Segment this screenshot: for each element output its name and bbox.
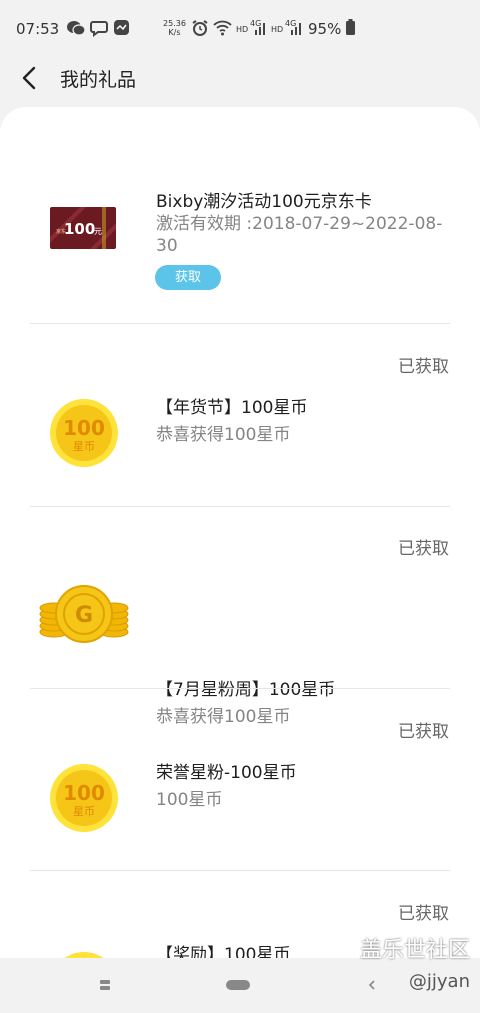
star-coin-icon: 100 星币	[50, 399, 118, 467]
recent-apps-icon[interactable]	[98, 978, 112, 992]
signal-icon-2	[291, 23, 301, 35]
gift-title: 荣誉星粉-100星币	[156, 763, 297, 783]
gift-subtitle: 100星币	[156, 790, 223, 810]
status-badge: 已获取	[398, 539, 449, 559]
hd-label-2: HD	[271, 25, 284, 34]
coin-amount: 100	[63, 781, 105, 805]
alarm-icon	[192, 20, 208, 36]
network-speed-value: 25.36	[163, 19, 186, 28]
gift-title: Bixby潮汐活动100元京东卡	[156, 192, 372, 212]
battery-icon	[346, 19, 355, 35]
back-arrow-icon[interactable]	[14, 62, 46, 94]
wechat-icon	[67, 21, 86, 36]
gift-item[interactable]: 已获取 100 星币 荣誉星粉-100星币 100星币	[0, 689, 480, 871]
gift-subtitle: 恭喜获得100星币	[156, 425, 291, 445]
star-coin-icon: 100 星币	[50, 764, 118, 832]
status-time: 07:53	[16, 20, 60, 38]
gift-item[interactable]: 已获取 G 【7月星粉周】100星币 恭喜获得100星币	[0, 506, 480, 727]
gold-coins-stack-icon: G	[39, 585, 129, 643]
network-speed: 25.36 K/s	[163, 19, 186, 37]
back-nav-icon[interactable]	[366, 978, 378, 992]
gift-validity: 激活有效期 :2018-07-29~2022-08-30	[156, 214, 443, 256]
hd-label: HD	[236, 25, 249, 34]
gift-item-jd-card[interactable]: 京东 100 元 Bixby潮汐活动100元京东卡 激活有效期 :2018-07…	[0, 107, 480, 290]
obtain-button[interactable]: 获取	[155, 265, 221, 290]
wifi-icon	[213, 20, 232, 36]
home-icon[interactable]	[226, 979, 250, 991]
page-title: 我的礼品	[60, 69, 137, 91]
status-badge: 已获取	[398, 357, 449, 377]
watermark-brand: 盖乐世社区	[359, 938, 470, 963]
app-notification-icon	[114, 20, 129, 35]
status-badge: 已获取	[398, 722, 449, 742]
network-speed-unit: K/s	[168, 28, 181, 37]
app-bar: 我的礼品	[0, 58, 480, 108]
status-bar: 07:53 25.36 K/s HD 4G HD 4G 95%	[0, 0, 480, 58]
jd-card-amount: 100	[64, 220, 95, 238]
jd-gift-card-image: 京东 100 元	[50, 207, 116, 249]
coin-amount: 100	[63, 416, 105, 440]
coin-unit: 星币	[73, 440, 95, 453]
gift-title: 【年货节】100星币	[156, 398, 308, 418]
chat-bubble-icon	[90, 21, 108, 37]
watermark-user: @jjyan	[408, 971, 470, 992]
signal-icon	[255, 23, 265, 35]
gift-list: 京东 100 元 Bixby潮汐活动100元京东卡 激活有效期 :2018-07…	[0, 107, 480, 967]
jd-card-unit: 元	[94, 227, 102, 236]
coin-letter: G	[75, 603, 93, 628]
gift-item[interactable]: 已获取 100 星币 【年货节】100星币 恭喜获得100星币	[0, 324, 480, 506]
status-badge: 已获取	[398, 904, 449, 924]
battery-percent: 95%	[308, 20, 342, 38]
coin-unit: 星币	[73, 805, 95, 818]
